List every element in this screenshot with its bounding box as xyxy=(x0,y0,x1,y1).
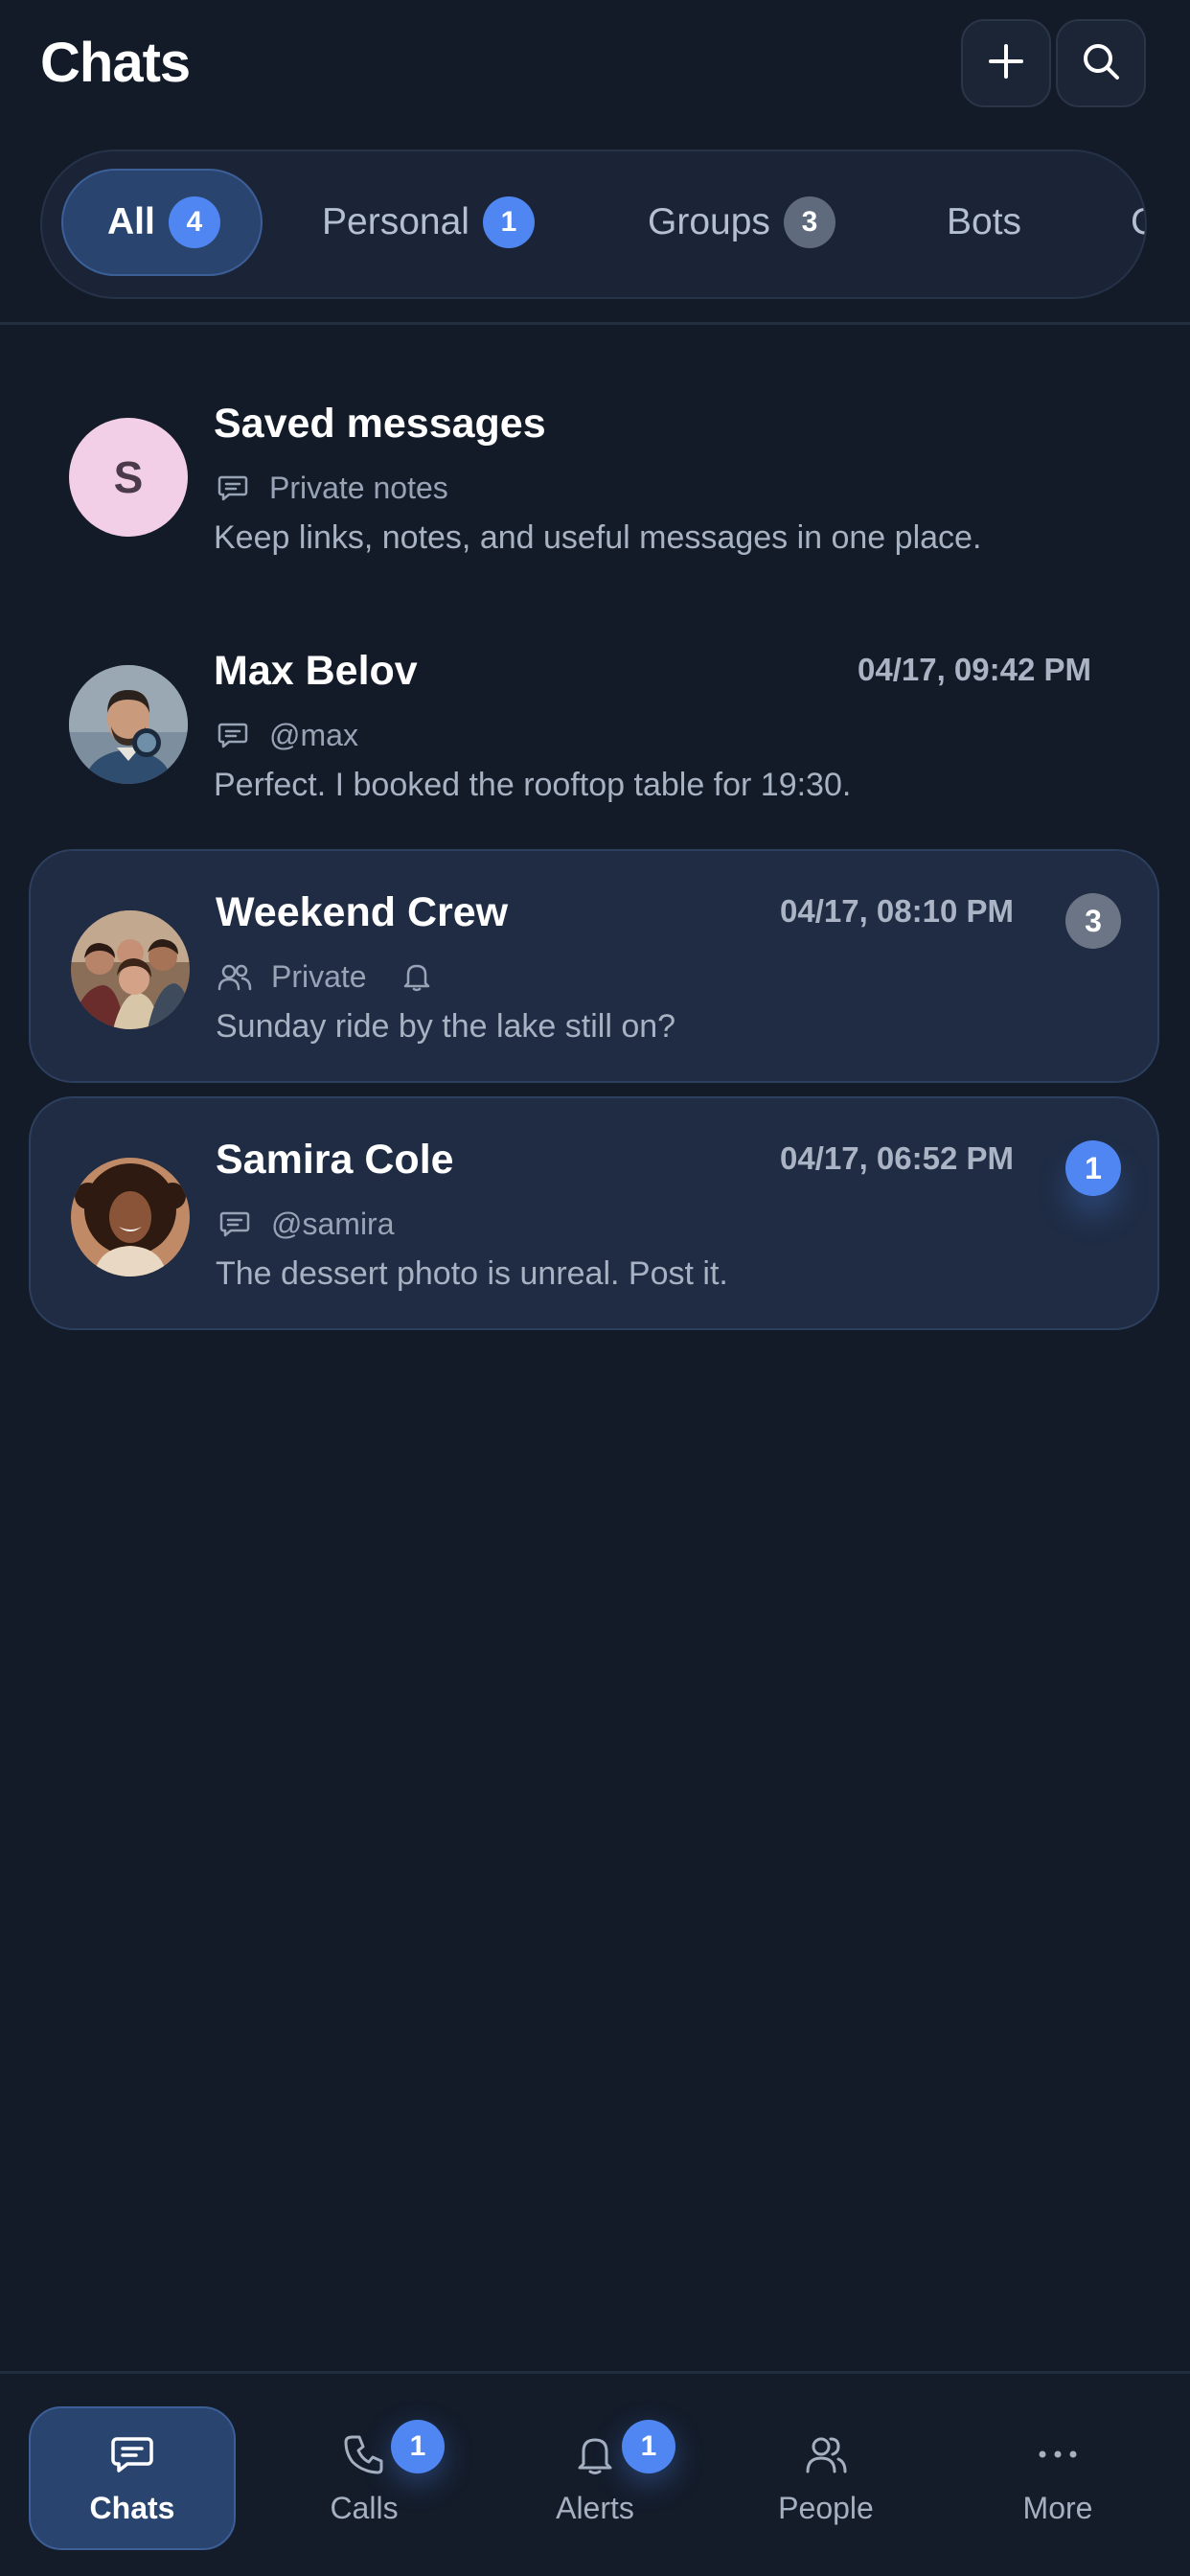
chat-name: Weekend Crew xyxy=(216,889,509,935)
bottom-nav: Chats Calls 1 Alerts 1 People More xyxy=(0,2371,1190,2576)
filter-tabs: All 4 Personal 1 Groups 3 Bots C xyxy=(40,150,1147,299)
chat-row-samira-cole[interactable]: Samira Cole 04/17, 06:52 PM 1 @samira Th… xyxy=(29,1096,1159,1330)
tab-label: C xyxy=(1131,201,1145,243)
message-icon xyxy=(216,1205,254,1243)
chat-meta: Private xyxy=(216,956,436,997)
nav-label: Calls xyxy=(330,2490,399,2525)
more-icon xyxy=(1035,2431,1081,2477)
divider xyxy=(0,322,1190,325)
tab-all[interactable]: All 4 xyxy=(61,169,263,276)
chat-timestamp: 04/17, 09:42 PM xyxy=(858,652,1091,687)
tab-count-badge: 3 xyxy=(783,196,835,248)
new-chat-button[interactable] xyxy=(961,19,1051,107)
chat-row-weekend-crew[interactable]: Weekend Crew 04/17, 08:10 PM 3 Private S… xyxy=(29,849,1159,1083)
tab-personal[interactable]: Personal 1 xyxy=(322,169,535,276)
search-icon xyxy=(1079,39,1123,88)
unread-badge: 1 xyxy=(1065,1140,1121,1196)
message-preview: Keep links, notes, and useful messages i… xyxy=(214,519,982,556)
tab-groups[interactable]: Groups 3 xyxy=(648,169,835,276)
phone-icon xyxy=(341,2431,387,2477)
tab-count-badge: 4 xyxy=(168,196,220,248)
search-button[interactable] xyxy=(1056,19,1146,107)
nav-label: Chats xyxy=(89,2490,175,2525)
message-preview: Sunday ride by the lake still on? xyxy=(216,1008,676,1045)
message-preview: The dessert photo is unreal. Post it. xyxy=(216,1255,728,1292)
tab-bots[interactable]: Bots xyxy=(947,169,1021,276)
nav-chats[interactable]: Chats xyxy=(29,2406,236,2550)
meta-text: @max xyxy=(269,717,358,752)
nav-people[interactable]: People xyxy=(722,2406,929,2550)
chat-icon xyxy=(109,2431,155,2477)
app: Chats All 4 Personal 1 Groups 3 Bots S S… xyxy=(0,0,1190,2576)
chat-row-saved-messages[interactable]: S Saved messages Private notes Keep link… xyxy=(29,362,1159,596)
message-preview: Perfect. I booked the rooftop table for … xyxy=(214,767,852,803)
nav-label: People xyxy=(778,2490,874,2525)
page-title: Chats xyxy=(40,32,191,94)
chat-name: Samira Cole xyxy=(216,1137,454,1183)
bell-icon xyxy=(398,957,436,996)
tab-label: Personal xyxy=(322,201,469,242)
bell-icon xyxy=(572,2431,618,2477)
meta-text: Private xyxy=(271,958,367,994)
tab-partial[interactable]: C xyxy=(1131,169,1145,276)
message-icon xyxy=(214,716,252,754)
tab-label: Bots xyxy=(947,201,1022,242)
chat-meta: @samira xyxy=(216,1204,395,1244)
chat-name: Max Belov xyxy=(214,648,418,694)
nav-badge: 1 xyxy=(391,2420,445,2473)
avatar xyxy=(71,1158,190,1276)
header: Chats xyxy=(0,0,1190,125)
avatar xyxy=(69,665,188,784)
chat-timestamp: 04/17, 08:10 PM xyxy=(780,893,1014,929)
plus-icon xyxy=(985,40,1027,87)
meta-text: Private notes xyxy=(269,470,448,505)
chat-meta: Private notes xyxy=(214,468,448,508)
nav-more[interactable]: More xyxy=(954,2406,1161,2550)
unread-badge: 3 xyxy=(1065,893,1121,949)
avatar xyxy=(71,910,190,1029)
online-indicator xyxy=(132,728,161,757)
nav-badge: 1 xyxy=(622,2420,675,2473)
chat-meta: @max xyxy=(214,715,358,755)
nav-label: Alerts xyxy=(556,2490,634,2525)
message-icon xyxy=(214,469,252,507)
group-icon xyxy=(216,957,254,996)
nav-label: More xyxy=(1022,2490,1093,2525)
tab-count-badge: 1 xyxy=(482,196,535,248)
avatar: S xyxy=(69,418,188,537)
people-icon xyxy=(803,2431,849,2477)
chat-name: Saved messages xyxy=(214,401,546,447)
tab-label: All xyxy=(107,201,155,242)
chat-row-max-belov[interactable]: Max Belov 04/17, 09:42 PM @max Perfect. … xyxy=(29,610,1159,843)
meta-text: @samira xyxy=(271,1206,395,1241)
tab-label: Groups xyxy=(648,201,770,242)
nav-calls[interactable]: Calls 1 xyxy=(261,2406,468,2550)
chat-timestamp: 04/17, 06:52 PM xyxy=(780,1140,1014,1176)
nav-alerts[interactable]: Alerts 1 xyxy=(492,2406,698,2550)
